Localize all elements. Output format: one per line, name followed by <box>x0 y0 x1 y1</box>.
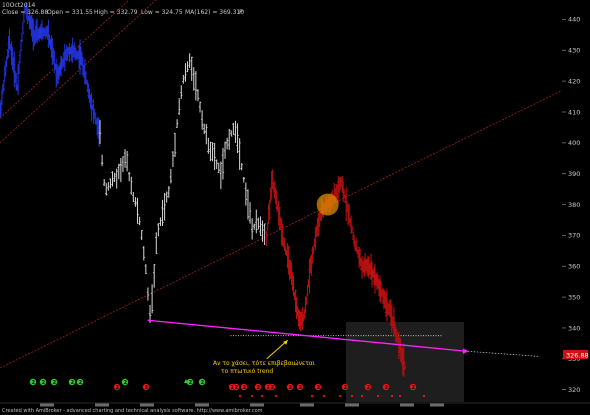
y-tick-label: 340 <box>568 324 580 332</box>
signal-marker-label: 2 <box>299 385 303 391</box>
signal-marker-label: 2 <box>189 380 193 386</box>
y-tick-label: 350 <box>568 293 580 301</box>
signal-marker-label: 2 <box>344 385 348 391</box>
signal-marker-label: 2 <box>412 385 416 391</box>
signal-dot <box>260 394 264 398</box>
y-tick-label: 360 <box>568 263 580 271</box>
header-high: High = 332.79 <box>94 9 138 16</box>
y-tick-label: 420 <box>568 77 580 85</box>
credit-text: Created with AmiBroker - advanced charti… <box>2 408 263 414</box>
time-axis-block <box>345 403 359 407</box>
header-date: 10Oct2014 <box>2 2 35 9</box>
y-axis: 320330340350360370380390400410420430440 <box>562 16 580 394</box>
time-axis-block <box>400 403 414 407</box>
signal-dot <box>274 394 278 398</box>
highlight-circle <box>316 193 339 216</box>
time-axis-block <box>40 403 54 407</box>
signal-dot <box>390 394 394 398</box>
price-chart: 10Oct2014 Close = 326.88 Open = 331.55 H… <box>0 0 590 415</box>
shaded-zone <box>346 322 464 402</box>
channel-lines <box>0 0 563 369</box>
y-tick-label: 390 <box>568 170 580 178</box>
signal-dot <box>338 394 342 398</box>
signal-dot <box>238 394 242 398</box>
annotation-line-1: Αν το χάσει, τότε επιβεβαιώνεται <box>213 360 315 367</box>
y-tick-label: 430 <box>568 47 580 55</box>
signal-marker-label: 2 <box>42 380 46 386</box>
time-axis-block <box>300 403 314 407</box>
signal-marker-label: 2 <box>32 380 36 386</box>
support-line-arrowhead <box>462 348 469 354</box>
signal-marker-label: 2 <box>289 385 293 391</box>
signal-dot <box>350 394 354 398</box>
y-tick-label: 380 <box>568 201 580 209</box>
time-axis-block <box>95 403 109 407</box>
signal-marker-label: 2 <box>385 385 389 391</box>
callout-arrow <box>266 339 288 360</box>
signal-marker-label: 2 <box>71 380 75 386</box>
signal-marker-label: 2 <box>235 385 239 391</box>
header-p: P <box>239 9 243 16</box>
chart-canvas: 10Oct2014 Close = 326.88 Open = 331.55 H… <box>0 0 590 415</box>
y-tick-label: 440 <box>568 16 580 24</box>
time-axis-block <box>195 403 209 407</box>
signal-marker-label: 2 <box>116 385 120 391</box>
support-line <box>147 319 539 357</box>
signal-marker-label: 2 <box>367 385 371 391</box>
time-axis-block <box>250 403 264 407</box>
signal-marker-label: 2 <box>317 385 321 391</box>
header-ma: MA(162) = 369.310 <box>185 9 244 16</box>
signal-marker-label: 2 <box>271 385 275 391</box>
channel-line <box>0 90 563 369</box>
y-tick-label: 320 <box>568 386 580 394</box>
signal-marker-label: 2 <box>79 380 83 386</box>
header-open: Open = 331.55 <box>47 9 93 16</box>
signal-dot <box>376 394 380 398</box>
signal-dot <box>250 394 254 398</box>
price-bars <box>0 2 406 377</box>
last-price-label: 326.88 <box>566 352 589 360</box>
y-tick-label: 410 <box>568 108 580 116</box>
signal-marker-label: 2 <box>124 380 128 386</box>
annotation-line-2: το πτωτικό trend <box>221 368 273 375</box>
signal-dot <box>398 394 402 398</box>
signal-marker-label: 2 <box>257 385 261 391</box>
signal-dot <box>360 394 364 398</box>
signal-dot <box>310 394 314 398</box>
signal-marker-label: 2 <box>243 385 247 391</box>
time-axis-block <box>140 403 154 407</box>
support-line-extension <box>464 350 539 357</box>
y-tick-label: 370 <box>568 232 580 240</box>
time-axis-block <box>430 403 444 407</box>
signal-dot <box>422 394 426 398</box>
header-close: Close = 326.88 <box>2 9 48 16</box>
signal-marker-label: 2 <box>53 380 57 386</box>
y-tick-label: 400 <box>568 139 580 147</box>
signal-marker-label: 2 <box>201 380 205 386</box>
header-low: Low = 324.75 <box>141 9 183 16</box>
signal-dot <box>322 394 326 398</box>
signal-marker-label: 2 <box>145 385 149 391</box>
